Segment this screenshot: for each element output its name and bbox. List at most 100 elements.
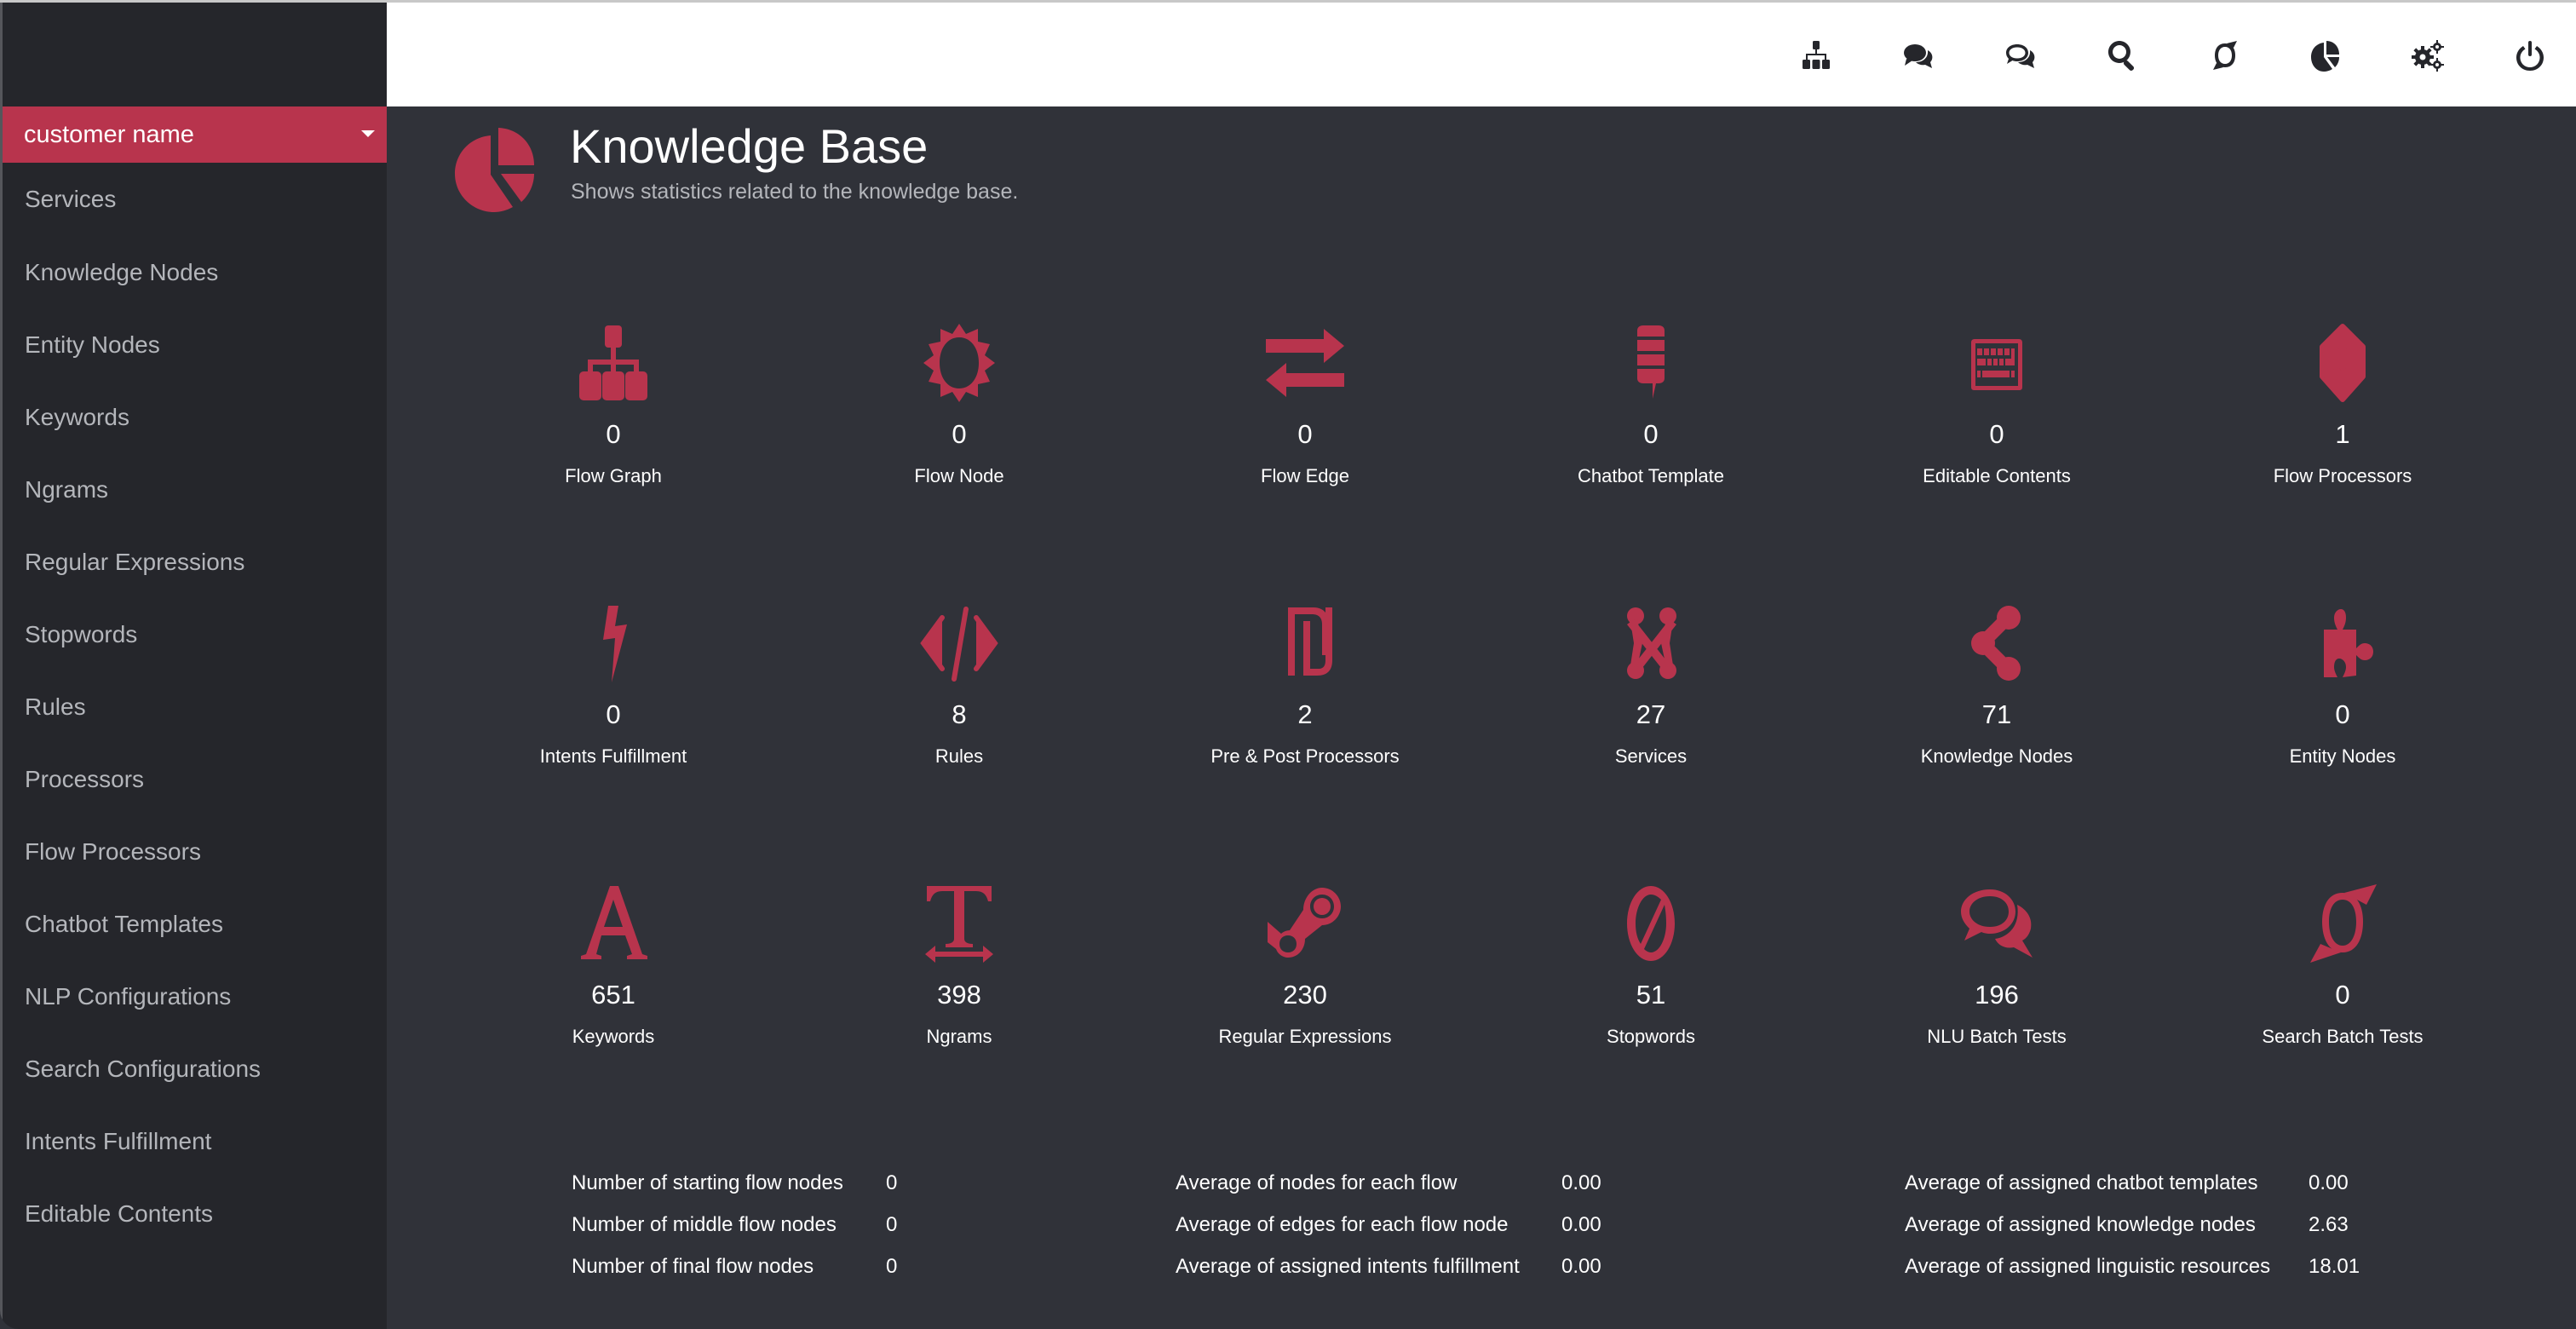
page-title: Knowledge Base bbox=[570, 119, 929, 173]
summary-label: Number of middle flow nodes bbox=[572, 1213, 837, 1236]
caret-down-icon bbox=[361, 130, 375, 137]
sidebar-item-search-configurations[interactable]: Search Configurations bbox=[3, 1033, 387, 1105]
summary-item: Average of assigned intents fulfillment bbox=[1176, 1254, 1520, 1280]
stat-label: Ngrams bbox=[926, 1026, 992, 1047]
customer-selector[interactable]: customer name bbox=[3, 106, 387, 163]
sidebar-item-keywords[interactable]: Keywords bbox=[3, 381, 387, 453]
stat-search-batch-tests[interactable]: 0 Search Batch Tests bbox=[2181, 884, 2504, 1048]
stat-label: Search Batch Tests bbox=[2262, 1026, 2424, 1047]
search-batch-icon bbox=[2296, 884, 2389, 963]
font-letter-a-icon bbox=[566, 884, 660, 963]
stat-value: 0 bbox=[2335, 699, 2350, 729]
codepen-cube-icon bbox=[2296, 324, 2389, 402]
stat-label: Flow Node bbox=[914, 465, 1004, 486]
stat-value: 0 bbox=[606, 419, 621, 449]
summary-label: Average of assigned knowledge nodes bbox=[1905, 1213, 2256, 1236]
stat-rules[interactable]: 8 Rules bbox=[797, 604, 1121, 768]
page-subtitle: Shows statistics related to the knowledg… bbox=[571, 180, 1019, 204]
stat-flow-graph[interactable]: 0 Flow Graph bbox=[451, 324, 775, 487]
sidebar-item-editable-contents[interactable]: Editable Contents bbox=[3, 1177, 387, 1250]
settings-gears-icon[interactable] bbox=[2409, 37, 2447, 74]
sidebar-item-intents-fulfillment[interactable]: Intents Fulfillment bbox=[3, 1105, 387, 1177]
sidebar-item-ngrams[interactable]: Ngrams bbox=[3, 453, 387, 526]
stat-keywords[interactable]: 651 Keywords bbox=[451, 884, 775, 1048]
stat-knowledge-nodes[interactable]: 71 Knowledge Nodes bbox=[1835, 604, 2159, 768]
stat-entity-nodes[interactable]: 0 Entity Nodes bbox=[2181, 604, 2504, 768]
power-icon[interactable] bbox=[2511, 37, 2549, 74]
ban-icon bbox=[1604, 884, 1698, 963]
keyboard-icon bbox=[1950, 324, 2044, 402]
search-icon[interactable] bbox=[2103, 37, 2141, 74]
search-batch-icon[interactable] bbox=[2206, 37, 2244, 74]
sidebar-item-flow-processors[interactable]: Flow Processors bbox=[3, 815, 387, 888]
summary-value: 0 bbox=[886, 1213, 898, 1236]
summary-item: Average of nodes for each flow bbox=[1176, 1171, 1457, 1196]
stat-value: 0 bbox=[2335, 980, 2350, 1010]
stat-label: Stopwords bbox=[1607, 1026, 1695, 1047]
sun-icon bbox=[912, 324, 1006, 402]
exchange-arrows-icon bbox=[1258, 324, 1352, 402]
summary-value: 0 bbox=[886, 1171, 898, 1194]
sitemap-icon[interactable] bbox=[1797, 37, 1835, 74]
summary-label: Number of starting flow nodes bbox=[572, 1171, 843, 1194]
puzzle-piece-icon bbox=[2296, 604, 2389, 682]
stat-label: Keywords bbox=[572, 1026, 655, 1047]
sidebar-item-chatbot-templates[interactable]: Chatbot Templates bbox=[3, 888, 387, 960]
stat-value: 2 bbox=[1297, 699, 1313, 729]
summary-item: Number of starting flow nodes bbox=[572, 1171, 843, 1196]
stat-flow-node[interactable]: 0 Flow Node bbox=[797, 324, 1121, 487]
sidebar-item-services[interactable]: Services bbox=[3, 163, 387, 236]
stat-value: 51 bbox=[1636, 980, 1666, 1010]
chat-bubbles-outline-icon[interactable] bbox=[2002, 37, 2039, 74]
stat-flow-edge[interactable]: 0 Flow Edge bbox=[1143, 324, 1467, 487]
stat-nlu-batch-tests[interactable]: 196 NLU Batch Tests bbox=[1835, 884, 2159, 1048]
sidebar-item-processors[interactable]: Processors bbox=[3, 743, 387, 815]
stat-chatbot-template[interactable]: 0 Chatbot Template bbox=[1489, 324, 1813, 487]
chat-bubbles-icon[interactable] bbox=[1900, 37, 1937, 74]
summary-label: Average of nodes for each flow bbox=[1176, 1171, 1458, 1194]
stat-label: Intents Fulfillment bbox=[539, 745, 687, 767]
stat-label: Chatbot Template bbox=[1577, 465, 1725, 486]
summary-item: Average of assigned linguistic resources bbox=[1905, 1254, 2270, 1280]
stat-label: Flow Processors bbox=[2273, 465, 2412, 486]
sidebar-item-regular-expressions[interactable]: Regular Expressions bbox=[3, 526, 387, 598]
chat-bubbles-outline-icon bbox=[1950, 884, 2044, 963]
stat-value: 0 bbox=[1297, 419, 1313, 449]
summary-label: Average of assigned linguistic resources bbox=[1905, 1255, 2271, 1278]
stat-intents-fulfillment[interactable]: 0 Intents Fulfillment bbox=[451, 604, 775, 768]
sidebar-item-stopwords[interactable]: Stopwords bbox=[3, 598, 387, 670]
summary-label: Number of final flow nodes bbox=[572, 1255, 814, 1278]
stat-services[interactable]: 27 Services bbox=[1489, 604, 1813, 768]
summary-value: 18.01 bbox=[2309, 1255, 2360, 1278]
stat-label: Pre & Post Processors bbox=[1210, 745, 1400, 767]
stat-label: Editable Contents bbox=[1923, 465, 2071, 486]
sidebar-item-rules[interactable]: Rules bbox=[3, 670, 387, 743]
sidebar-item-nlp-configurations[interactable]: NLP Configurations bbox=[3, 960, 387, 1033]
stat-label: NLU Batch Tests bbox=[1927, 1026, 2067, 1047]
stat-value: 0 bbox=[952, 419, 967, 449]
code-icon bbox=[912, 604, 1006, 682]
pie-chart-icon[interactable] bbox=[2307, 37, 2344, 74]
stacked-speech-bubble-icon bbox=[1604, 324, 1698, 402]
stat-value: 0 bbox=[606, 699, 621, 729]
stat-label: Knowledge Nodes bbox=[1920, 745, 2073, 767]
sidebar-item-entity-nodes[interactable]: Entity Nodes bbox=[3, 308, 387, 381]
stat-pre-post-processors[interactable]: 2 Pre & Post Processors bbox=[1143, 604, 1467, 768]
stat-stopwords[interactable]: 51 Stopwords bbox=[1489, 884, 1813, 1048]
sidebar-nav: Services Knowledge Nodes Entity Nodes Ke… bbox=[3, 163, 387, 1250]
stat-value: 1 bbox=[2335, 419, 2350, 449]
summary-item: Number of middle flow nodes bbox=[572, 1212, 837, 1238]
stat-editable-contents[interactable]: 0 Editable Contents bbox=[1835, 324, 2159, 487]
sidebar-item-knowledge-nodes[interactable]: Knowledge Nodes bbox=[3, 236, 387, 308]
joomla-icon bbox=[1604, 604, 1698, 682]
stat-flow-processors[interactable]: 1 Flow Processors bbox=[2181, 324, 2504, 487]
sitemap-icon bbox=[566, 324, 660, 402]
summary-label: Average of assigned chatbot templates bbox=[1905, 1171, 2258, 1194]
stat-ngrams[interactable]: 398 Ngrams bbox=[797, 884, 1121, 1048]
stat-regular-expressions[interactable]: 230 Regular Expressions bbox=[1143, 884, 1467, 1048]
steam-icon bbox=[1258, 884, 1352, 963]
stat-value: 0 bbox=[1989, 419, 2004, 449]
shekel-icon bbox=[1258, 604, 1352, 682]
summary-label: Average of edges for each flow node bbox=[1176, 1213, 1509, 1236]
summary-value: 0.00 bbox=[1561, 1171, 1601, 1194]
